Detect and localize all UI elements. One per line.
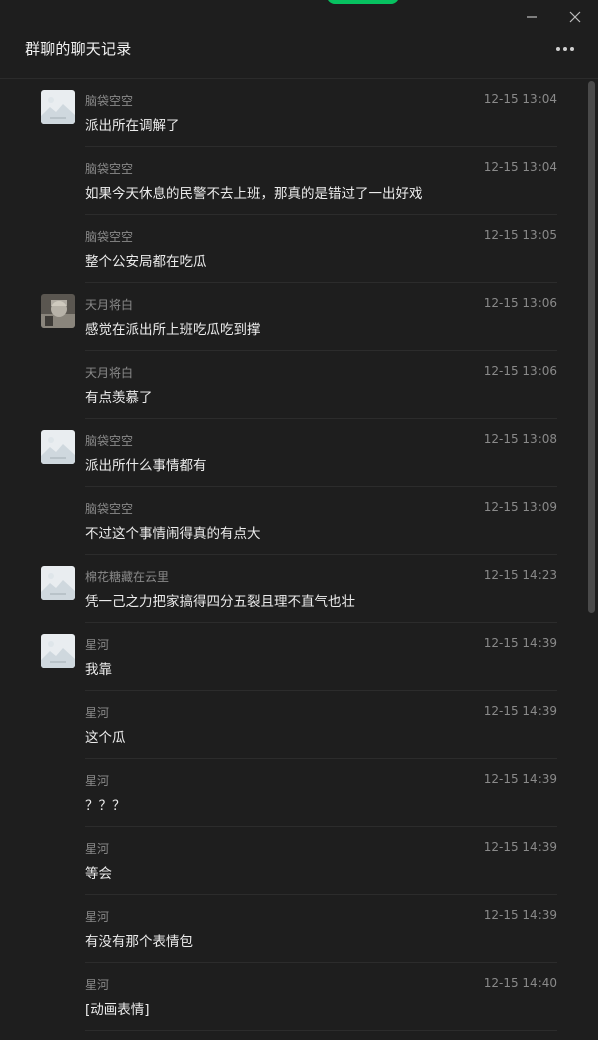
sender-name[interactable]: 脑袋空空 <box>85 160 133 177</box>
scrollbar-thumb[interactable] <box>588 81 595 613</box>
more-icon <box>556 47 574 51</box>
message-time: 12-15 13:09 <box>483 500 557 514</box>
message-row[interactable]: 星河 12-15 14:39 有没有那个表情包 <box>0 895 586 963</box>
avatar[interactable] <box>41 430 75 464</box>
sender-name[interactable]: 天月将白 <box>85 364 133 381</box>
sender-name[interactable]: 星河 <box>85 704 109 721</box>
sender-name[interactable]: 脑袋空空 <box>85 228 133 245</box>
message-row[interactable]: 脑袋空空 12-15 13:08 派出所什么事情都有 <box>0 419 586 487</box>
message-text: 派出所在调解了 <box>85 118 180 134</box>
sender-name[interactable]: 星河 <box>85 840 109 857</box>
avatar[interactable] <box>41 634 75 668</box>
message-text: 我靠 <box>85 662 112 678</box>
message-time: 12-15 13:04 <box>483 160 557 174</box>
message-list[interactable]: 脑袋空空 12-15 13:04 派出所在调解了 脑袋空空 12-15 13:04 如果今… <box>0 79 586 1040</box>
sender-name[interactable]: 棉花糖藏在云里 <box>85 568 169 585</box>
message-text: 有没有那个表情包 <box>85 934 193 950</box>
close-button[interactable] <box>564 6 586 28</box>
message-row[interactable]: 天月将白 12-15 13:06 感觉在派出所上班吃瓜吃到撑 <box>0 283 586 351</box>
message-text: 等会 <box>85 866 112 882</box>
message-time: 12-15 13:05 <box>483 228 557 242</box>
message-time: 12-15 14:39 <box>483 772 557 786</box>
minimize-icon <box>527 16 537 18</box>
message-row[interactable]: 星河 12-15 14:40 [动画表情] <box>0 963 586 1031</box>
message-text: 派出所什么事情都有 <box>85 458 207 474</box>
sender-name[interactable]: 星河 <box>85 908 109 925</box>
scrollbar[interactable] <box>586 79 598 1040</box>
sender-name[interactable]: 脑袋空空 <box>85 92 133 109</box>
message-time: 12-15 14:39 <box>483 908 557 922</box>
message-time: 12-15 14:39 <box>483 704 557 718</box>
message-text: 凭一己之力把家搞得四分五裂且理不直气也壮 <box>85 594 355 610</box>
message-text: 如果今天休息的民警不去上班，那真的是错过了一出好戏 <box>85 186 423 202</box>
message-text: 这个瓜 <box>85 730 126 746</box>
message-time: 12-15 13:04 <box>483 92 557 106</box>
message-text: 有点羡慕了 <box>85 390 153 406</box>
sender-name[interactable]: 星河 <box>85 636 109 653</box>
sender-name[interactable]: 脑袋空空 <box>85 432 133 449</box>
avatar[interactable] <box>41 90 75 124</box>
sender-name[interactable]: 星河 <box>85 772 109 789</box>
message-text: ？？？ <box>85 798 126 814</box>
message-row[interactable]: 棉花糖藏在云里 12-15 14:23 凭一己之力把家搞得四分五裂且理不直气也壮 <box>0 555 586 623</box>
avatar[interactable] <box>41 566 75 600</box>
message-time: 12-15 13:08 <box>483 432 557 446</box>
message-text: 不过这个事情闹得真的有点大 <box>85 526 261 542</box>
sender-name[interactable]: 脑袋空空 <box>85 500 133 517</box>
message-time: 12-15 14:39 <box>483 840 557 854</box>
message-row[interactable]: 脑袋空空 12-15 13:04 派出所在调解了 <box>0 79 586 147</box>
message-time: 12-15 13:06 <box>483 296 557 310</box>
window-title: 群聊的聊天记录 <box>25 40 132 58</box>
message-row[interactable]: 星河 12-15 14:39 这个瓜 <box>0 691 586 759</box>
title-bar: 群聊的聊天记录 <box>0 0 598 79</box>
message-time: 12-15 13:06 <box>483 364 557 378</box>
message-text: [动画表情] <box>85 1002 150 1018</box>
message-time: 12-15 14:40 <box>483 976 557 990</box>
row-divider <box>85 1030 557 1031</box>
message-time: 12-15 14:39 <box>483 636 557 650</box>
more-options-button[interactable] <box>553 38 577 60</box>
close-icon <box>569 11 581 23</box>
message-row[interactable]: 脑袋空空 12-15 13:05 整个公安局都在吃瓜 <box>0 215 586 283</box>
message-row[interactable]: 星河 12-15 14:39 我靠 <box>0 623 586 691</box>
message-row[interactable]: 星河 12-15 14:39 等会 <box>0 827 586 895</box>
message-row[interactable]: 星河 12-15 14:39 ？？？ <box>0 759 586 827</box>
minimize-button[interactable] <box>521 6 543 28</box>
sender-name[interactable]: 天月将白 <box>85 296 133 313</box>
message-text: 整个公安局都在吃瓜 <box>85 254 207 270</box>
message-row[interactable]: 脑袋空空 12-15 13:09 不过这个事情闹得真的有点大 <box>0 487 586 555</box>
message-time: 12-15 14:23 <box>483 568 557 582</box>
avatar[interactable] <box>41 294 75 328</box>
message-text: 感觉在派出所上班吃瓜吃到撑 <box>85 322 261 338</box>
sender-name[interactable]: 星河 <box>85 976 109 993</box>
message-row[interactable]: 天月将白 12-15 13:06 有点羡慕了 <box>0 351 586 419</box>
message-row[interactable]: 脑袋空空 12-15 13:04 如果今天休息的民警不去上班，那真的是错过了一出好戏 <box>0 147 586 215</box>
